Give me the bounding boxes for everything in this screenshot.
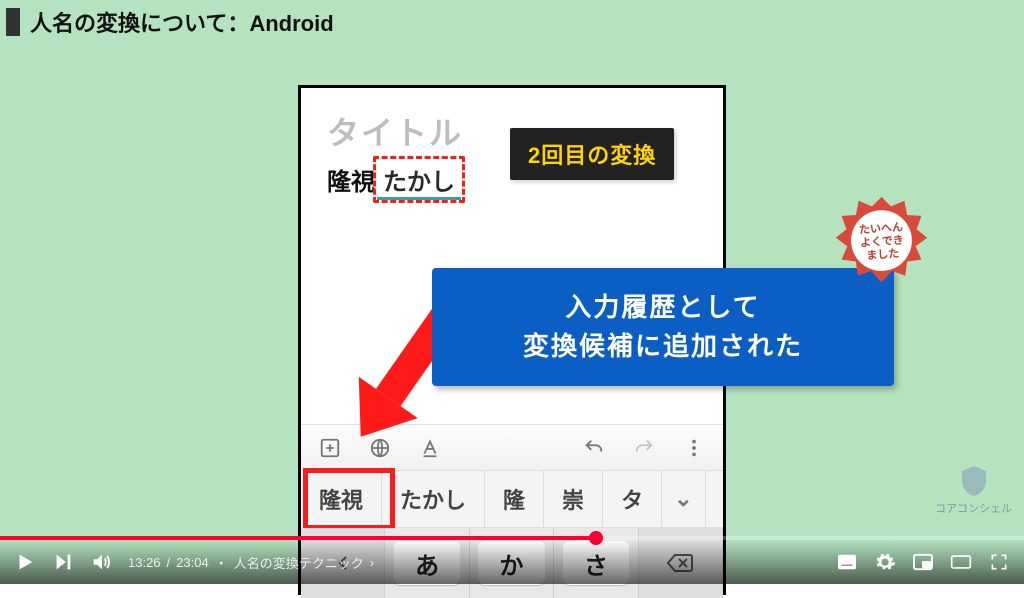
fullscreen-button[interactable] bbox=[988, 551, 1010, 573]
watermark-label: コアコンシェル bbox=[935, 503, 1012, 515]
chapter-chevron-icon[interactable]: › bbox=[370, 555, 374, 570]
candidate-5[interactable]: タ bbox=[603, 471, 662, 527]
candidate-3[interactable]: 隆 bbox=[485, 471, 544, 527]
add-box-icon[interactable] bbox=[319, 437, 341, 459]
settings-button[interactable] bbox=[874, 551, 896, 573]
ime-underline bbox=[377, 197, 461, 200]
candidate-4[interactable]: 崇 bbox=[544, 471, 603, 527]
undo-icon[interactable] bbox=[583, 437, 605, 459]
redo-icon[interactable] bbox=[633, 437, 655, 459]
candidate-expand[interactable]: ⌄ bbox=[662, 471, 705, 527]
time-display: 13:26 / 23:04 ・ 人名の変換テクニック › bbox=[128, 553, 374, 572]
candidate-1[interactable]: 隆視 bbox=[301, 471, 382, 527]
annotation-blue-line1: 入力履歴として bbox=[442, 288, 884, 327]
title-marker bbox=[6, 8, 20, 36]
annotation-yellow: 2回目の変換 bbox=[510, 128, 674, 180]
current-time: 13:26 bbox=[128, 555, 161, 570]
next-button[interactable] bbox=[52, 551, 74, 573]
candidate-row: 隆視 たかし 隆 崇 タ ⌄ bbox=[301, 470, 723, 528]
annotation-blue-line2: 変換候補に追加された bbox=[442, 327, 884, 366]
annotation-blue: 入力履歴として 変換候補に追加された bbox=[432, 268, 894, 386]
miniplayer-button[interactable] bbox=[912, 551, 934, 573]
text-format-icon[interactable] bbox=[419, 437, 441, 459]
play-button[interactable] bbox=[14, 551, 36, 573]
player-controls: 13:26 / 23:04 ・ 人名の変換テクニック › bbox=[0, 540, 1024, 584]
theater-button[interactable] bbox=[950, 551, 972, 573]
stamp-badge: たいへん よくでき ました bbox=[834, 195, 929, 290]
chapter-title[interactable]: 人名の変換テクニック bbox=[234, 553, 364, 572]
slide-title: 人名の変換について：Android bbox=[30, 6, 334, 38]
total-time: 23:04 bbox=[176, 555, 209, 570]
converted-text: 隆視 bbox=[327, 162, 375, 197]
video-frame: 人名の変換について：Android タイトル 隆視 たかし bbox=[0, 0, 1024, 584]
composing-text-value: たかし bbox=[383, 169, 455, 196]
slide-title-bar: 人名の変換について：Android bbox=[6, 6, 334, 38]
volume-button[interactable] bbox=[90, 551, 112, 573]
subtitles-button[interactable] bbox=[836, 551, 858, 573]
composing-text: たかし bbox=[377, 160, 461, 199]
candidate-2[interactable]: たかし bbox=[382, 471, 485, 527]
more-icon[interactable] bbox=[683, 437, 705, 459]
stamp-text: たいへん よくでき ました bbox=[858, 221, 905, 264]
channel-watermark[interactable]: コアコンシェル bbox=[935, 464, 1012, 516]
